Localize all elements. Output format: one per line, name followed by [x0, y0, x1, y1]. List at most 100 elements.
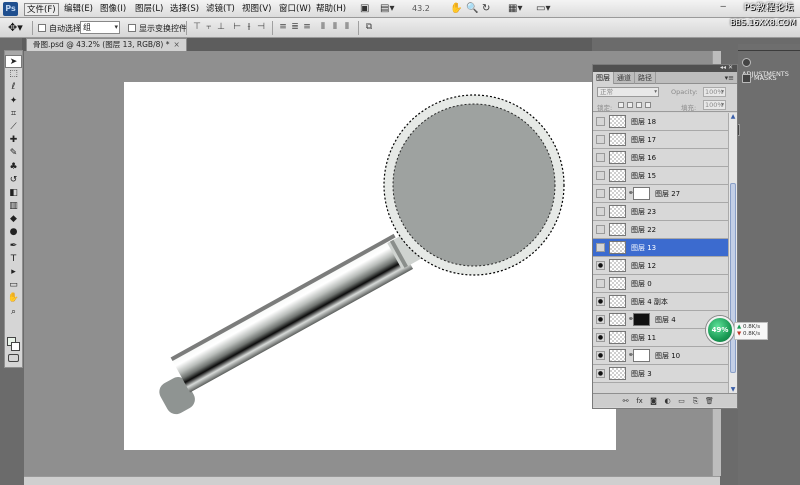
visibility-eye-icon[interactable]: ● [596, 369, 605, 378]
visibility-eye-icon[interactable]: ● [596, 297, 605, 306]
layer-thumbnail[interactable] [609, 151, 626, 164]
lasso-tool-icon[interactable]: ℓ [5, 81, 22, 94]
align-right-icon[interactable]: ⊣ [256, 22, 266, 33]
distribute-left-icon[interactable]: ⦀ [318, 22, 328, 33]
zoom-icon[interactable]: 🔍 [466, 3, 478, 15]
auto-select-dropdown[interactable]: 组 ▾ [80, 21, 120, 34]
blur-tool-icon[interactable]: ◆ [5, 213, 22, 226]
visibility-eye-icon[interactable]: ● [596, 333, 605, 342]
visibility-eye-icon[interactable] [596, 243, 605, 252]
auto-align-icon[interactable]: ⧉ [364, 22, 374, 33]
collapse-icon[interactable]: ◂◂ ✕ [720, 64, 733, 71]
link-layers-icon[interactable]: ⚯ [621, 397, 630, 405]
layer-row[interactable]: ● 图层 4 副本 [593, 293, 728, 311]
history-brush-tool-icon[interactable]: ↺ [5, 174, 22, 187]
layer-row[interactable]: 图层 23 [593, 203, 728, 221]
layer-row[interactable]: ● ⚭ 图层 10 [593, 347, 728, 365]
align-vcenter-icon[interactable]: ⫟ [204, 22, 214, 33]
network-speed-gauge[interactable]: 49% [706, 316, 734, 344]
gradient-tool-icon[interactable]: ▥ [5, 200, 22, 213]
close-icon[interactable]: × [173, 40, 179, 49]
visibility-eye-icon[interactable] [596, 171, 605, 180]
dodge-tool-icon[interactable]: ● [5, 226, 22, 239]
add-mask-icon[interactable]: ◙ [649, 397, 658, 405]
layer-thumbnail[interactable] [609, 169, 626, 182]
layer-thumbnail[interactable] [609, 313, 626, 326]
layer-row[interactable]: ● 图层 12 [593, 257, 728, 275]
layer-row[interactable]: ● 图层 3 [593, 365, 728, 383]
distribute-bottom-icon[interactable]: ≡ [302, 22, 312, 33]
eyedropper-tool-icon[interactable]: ⟋ [5, 121, 22, 134]
opacity-input[interactable]: 100% ▾ [703, 87, 726, 97]
bridge-icon[interactable]: ▣ [360, 3, 369, 15]
distribute-vcenter-icon[interactable]: ≣ [290, 22, 300, 33]
menu-image[interactable]: 图像(I) [98, 3, 128, 16]
background-color-swatch[interactable] [11, 342, 20, 351]
layers-scroll-thumb[interactable] [730, 183, 736, 373]
layer-thumbnail[interactable] [609, 205, 626, 218]
lock-transparent-icon[interactable] [618, 102, 624, 108]
align-left-icon[interactable]: ⊢ [232, 22, 242, 33]
layer-row[interactable]: 图层 15 [593, 167, 728, 185]
visibility-eye-icon[interactable]: ● [596, 315, 605, 324]
menu-view[interactable]: 视图(V) [240, 3, 273, 16]
new-group-icon[interactable]: ▭ [677, 397, 686, 405]
type-tool-icon[interactable]: T [5, 253, 22, 266]
distribute-hcenter-icon[interactable]: ⦀ [330, 22, 340, 33]
path-select-tool-icon[interactable]: ▸ [5, 266, 22, 279]
layer-thumbnail[interactable] [609, 115, 626, 128]
visibility-eye-icon[interactable] [596, 117, 605, 126]
horizontal-scrollbar[interactable] [24, 476, 720, 485]
masks-panel-button[interactable]: MASKS [742, 72, 777, 84]
layer-thumbnail[interactable] [609, 241, 626, 254]
visibility-eye-icon[interactable] [596, 279, 605, 288]
layer-row[interactable]: ⚭ 图层 27 [593, 185, 728, 203]
eraser-tool-icon[interactable]: ◧ [5, 187, 22, 200]
menu-select[interactable]: 选择(S) [168, 3, 201, 16]
visibility-eye-icon[interactable]: ● [596, 351, 605, 360]
hand-icon[interactable]: ✋ [450, 3, 462, 15]
layer-thumbnail[interactable] [609, 331, 626, 344]
lock-position-icon[interactable] [636, 102, 642, 108]
shape-tool-icon[interactable]: ▭ [5, 279, 22, 292]
hand-tool-icon[interactable]: ✋ [5, 292, 22, 305]
visibility-eye-icon[interactable] [596, 207, 605, 216]
layer-thumbnail[interactable] [609, 259, 626, 272]
layer-thumbnail[interactable] [609, 277, 626, 290]
menu-filter[interactable]: 滤镜(T) [204, 3, 237, 16]
visibility-eye-icon[interactable] [596, 135, 605, 144]
menu-layer[interactable]: 图层(L) [133, 3, 165, 16]
layers-scrollbar[interactable]: ▲ ▼ [728, 113, 737, 393]
layer-row[interactable]: 图层 0 [593, 275, 728, 293]
zoom-level[interactable]: 43.2 [412, 4, 430, 13]
visibility-eye-icon[interactable] [596, 189, 605, 198]
tab-layers[interactable]: 图层 [593, 72, 614, 84]
fill-input[interactable]: 100% ▾ [703, 100, 726, 110]
scroll-up-icon[interactable]: ▲ [729, 113, 737, 120]
visibility-eye-icon[interactable] [596, 225, 605, 234]
layer-mask-thumbnail[interactable] [633, 313, 650, 326]
panel-menu-icon[interactable]: ▾≡ [725, 72, 734, 84]
distribute-right-icon[interactable]: ⦀ [342, 22, 352, 33]
layer-thumbnail[interactable] [609, 187, 626, 200]
new-layer-icon[interactable]: ⎘ [691, 397, 700, 405]
distribute-top-icon[interactable]: ≡ [278, 22, 288, 33]
auto-select-checkbox[interactable] [38, 24, 46, 32]
minimize-icon[interactable]: ‒ [720, 1, 726, 12]
layer-row[interactable]: 图层 13 [593, 239, 728, 257]
brush-tool-icon[interactable]: ✎ [5, 147, 22, 160]
menu-window[interactable]: 窗口(W) [277, 3, 313, 16]
layer-row[interactable]: 图层 18 [593, 113, 728, 131]
align-hcenter-icon[interactable]: ⫲ [244, 22, 254, 33]
layer-row[interactable]: 图层 17 [593, 131, 728, 149]
show-transform-checkbox[interactable] [128, 24, 136, 32]
scroll-down-icon[interactable]: ▼ [729, 386, 737, 393]
document-canvas[interactable] [124, 82, 616, 450]
layer-row[interactable]: 图层 16 [593, 149, 728, 167]
healing-tool-icon[interactable]: ✚ [5, 134, 22, 147]
blend-mode-select[interactable]: 正常 ▾ [597, 87, 659, 97]
layers-panel-header[interactable]: ◂◂ ✕ [593, 64, 737, 72]
layer-thumbnail[interactable] [609, 295, 626, 308]
lock-all-icon[interactable] [645, 102, 651, 108]
layer-thumbnail[interactable] [609, 367, 626, 380]
